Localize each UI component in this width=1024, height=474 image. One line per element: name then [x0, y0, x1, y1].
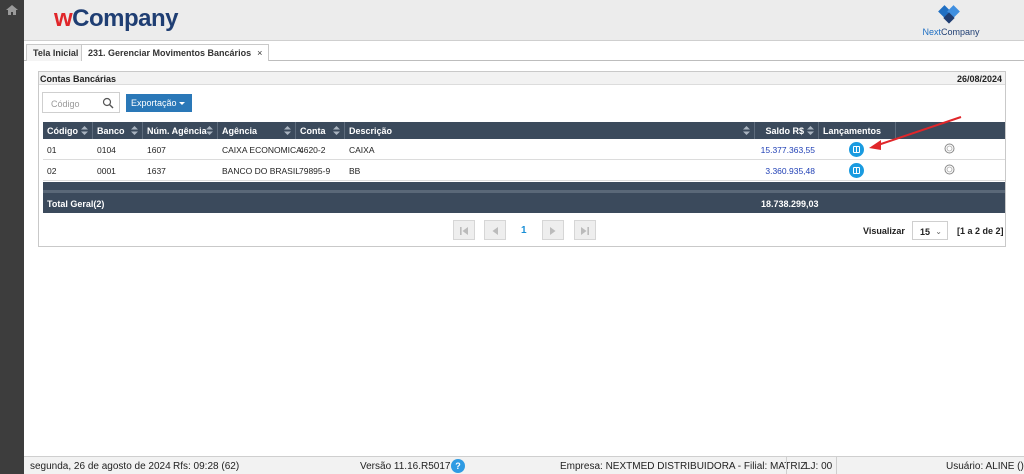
cell-saldo: 15.377.363,55 — [760, 145, 815, 155]
lancamentos-button[interactable] — [849, 142, 864, 157]
column-label: Saldo R$ — [765, 126, 804, 136]
panel-title: Contas Bancárias — [40, 74, 117, 84]
status-empresa: Empresa: NEXTMED DISTRIBUIDORA - Filial:… — [560, 461, 807, 472]
cell-descricao: BB — [349, 166, 361, 176]
status-lj: LJ: 00 — [805, 461, 833, 472]
cell-agencia: BANCO DO BRASIL — [222, 166, 300, 176]
tab-tela-inicial[interactable]: Tela Inicial — [26, 44, 86, 61]
table-row[interactable]: 01 0104 1607 CAIXA ECONOMICA 4620-2 CAIX… — [43, 139, 1005, 160]
chevron-down-icon: ⌄ — [935, 227, 942, 236]
left-rail — [0, 0, 24, 474]
nextcompany-diamond-icon — [938, 5, 960, 24]
cell-descricao: CAIXA — [349, 145, 375, 155]
help-icon[interactable]: ? — [451, 459, 465, 473]
column-label: Agência — [222, 126, 258, 136]
cell-banco: 0104 — [97, 145, 116, 155]
next-page-button[interactable] — [542, 220, 564, 240]
sort-icon[interactable] — [333, 126, 340, 135]
column-num-agencia[interactable]: Núm. Agência — [143, 122, 218, 139]
page-size-select[interactable]: 15 ⌄ — [912, 221, 948, 240]
table-footer: Total Geral(2) 18.738.299,03 — [43, 193, 1005, 213]
sort-icon[interactable] — [206, 126, 213, 135]
tab-label: Tela Inicial — [33, 48, 79, 58]
search-icon[interactable] — [102, 97, 114, 109]
column-saldo[interactable]: Saldo R$ — [755, 122, 819, 139]
column-descricao[interactable]: Descrição — [345, 122, 755, 139]
column-label: Lançamentos — [823, 126, 882, 136]
status-bar: segunda, 26 de agosto de 2024 Rfs: 09:28… — [24, 456, 1024, 474]
export-button[interactable]: Exportação — [126, 94, 192, 112]
status-separator — [786, 457, 787, 474]
first-page-icon — [460, 227, 468, 235]
cell-agencia: CAIXA ECONOMICA — [222, 145, 302, 155]
column-label: Código — [47, 126, 78, 136]
wcompany-logo: wCompany — [54, 5, 179, 32]
cell-saldo: 3.360.935,48 — [765, 166, 815, 176]
cell-codigo: 02 — [47, 166, 57, 176]
column-conta[interactable]: Conta — [296, 122, 345, 139]
column-banco[interactable]: Banco — [93, 122, 143, 139]
status-separator — [836, 457, 837, 474]
total-label: Total Geral(2) — [47, 199, 105, 209]
status-usuario: Usuário: ALINE () — [946, 461, 1024, 472]
options-icon[interactable] — [944, 143, 955, 154]
last-page-button[interactable] — [574, 220, 596, 240]
cell-conta: 4620-2 — [299, 145, 326, 155]
cell-conta: 79895-9 — [299, 166, 331, 176]
tab-gerenciar-movimentos[interactable]: 231. Gerenciar Movimentos Bancários × — [81, 44, 270, 61]
panel-header: Contas Bancárias 26/08/2024 — [39, 72, 1005, 85]
options-icon[interactable] — [944, 164, 955, 175]
table-row[interactable]: 02 0001 1637 BANCO DO BRASIL 79895-9 BB … — [43, 160, 1005, 181]
column-options — [896, 122, 1005, 139]
table-spacer — [43, 182, 1005, 190]
status-date: segunda, 26 de agosto de 2024 — [30, 461, 171, 472]
nextcompany-logo: NextCompany — [916, 3, 986, 37]
column-codigo[interactable]: Código — [43, 122, 93, 139]
column-label: Descrição — [349, 126, 393, 136]
book-icon — [853, 146, 860, 153]
tab-label: 231. Gerenciar Movimentos Bancários — [88, 48, 252, 58]
prev-page-button[interactable] — [484, 220, 506, 240]
column-lancamentos: Lançamentos — [819, 122, 896, 139]
cell-num-agencia: 1607 — [147, 145, 166, 155]
search-placeholder: Código — [51, 99, 80, 109]
record-range: [1 a 2 de 2] — [957, 226, 1004, 236]
cell-banco: 0001 — [97, 166, 116, 176]
chevron-left-icon — [492, 227, 498, 235]
home-icon[interactable] — [6, 5, 18, 15]
status-rfs: Rfs: 09:28 (62) — [173, 461, 240, 472]
column-agencia[interactable]: Agência — [218, 122, 296, 139]
status-version: Versão 11.16.R5017 — [360, 461, 451, 472]
column-label: Conta — [300, 126, 326, 136]
total-value: 18.738.299,03 — [761, 199, 819, 209]
tab-bar: Tela Inicial 231. Gerenciar Movimentos B… — [24, 44, 1024, 61]
page-size-value: 15 — [920, 227, 931, 237]
chevron-down-icon — [179, 102, 185, 105]
last-page-icon — [581, 227, 589, 235]
first-page-button[interactable] — [453, 220, 475, 240]
sort-icon[interactable] — [284, 126, 291, 135]
search-input[interactable]: Código — [42, 92, 120, 113]
page-size-label: Visualizar — [863, 226, 905, 236]
cell-codigo: 01 — [47, 145, 57, 155]
close-icon[interactable]: × — [257, 48, 262, 58]
sort-icon[interactable] — [131, 126, 138, 135]
cell-num-agencia: 1637 — [147, 166, 166, 176]
chevron-right-icon — [550, 227, 556, 235]
lancamentos-button[interactable] — [849, 163, 864, 178]
column-label: Núm. Agência — [147, 126, 207, 136]
sort-icon[interactable] — [743, 126, 750, 135]
contas-bancarias-panel: Contas Bancárias 26/08/2024 Código Expor… — [38, 71, 1006, 247]
current-page[interactable]: 1 — [521, 225, 527, 236]
sort-icon[interactable] — [807, 126, 814, 135]
table-header: Código Banco Núm. Agência Agência Conta … — [43, 122, 1005, 139]
panel-date: 26/08/2024 — [956, 74, 1002, 84]
top-bar: wCompany NextCompany — [24, 0, 1024, 41]
column-label: Banco — [97, 126, 125, 136]
book-icon — [853, 167, 860, 174]
export-label: Exportação — [131, 98, 177, 108]
sort-icon[interactable] — [81, 126, 88, 135]
